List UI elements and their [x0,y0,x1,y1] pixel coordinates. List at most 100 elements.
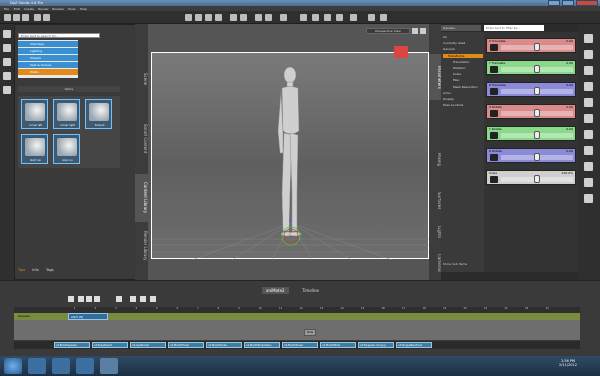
rotate-tool-icon[interactable] [195,14,202,21]
surface-select-icon[interactable] [240,14,247,21]
asset-thumb[interactable]: corner right [53,99,80,129]
slider-knob[interactable] [534,175,540,183]
undo-icon[interactable] [34,14,41,21]
screenshot-icon[interactable] [380,14,387,21]
tab-render-library[interactable]: Render Library [135,224,148,268]
content-search-input[interactable]: Enter text to search for... [18,33,100,38]
aniblock-item[interactable]: v4-LipsPucker [130,342,166,348]
viewport-options-icon[interactable] [412,28,418,34]
slider-value[interactable]: 0.00 [566,83,573,87]
param-tree-node[interactable]: General [443,47,455,51]
taskbar-app[interactable] [28,358,46,374]
content-icon[interactable] [3,44,11,52]
tool-icon[interactable] [584,82,593,91]
param-tree-node[interactable]: All [443,35,447,39]
folder-item[interactable]: Sitemaps [18,41,78,47]
joint-editor-icon[interactable] [255,14,262,21]
aniblock-item[interactable]: v4-TongueIn-mm.jpg [358,342,394,348]
settings-icon[interactable] [140,296,146,302]
universal-tool-icon[interactable] [185,14,192,21]
bake-icon[interactable] [116,296,122,302]
slider-value[interactable]: 0.00 [566,39,573,43]
3d-viewport[interactable] [151,52,430,260]
slider-value[interactable]: 0.00 [566,127,573,131]
taskbar-app[interactable] [52,358,70,374]
animation-lane[interactable]: Slide [14,320,580,340]
spot-render-icon[interactable] [280,14,287,21]
node-select-icon[interactable] [230,14,237,21]
slider-knob[interactable] [534,109,540,117]
param-tree-node[interactable]: Actor [443,91,451,95]
step-back-icon[interactable] [78,296,84,302]
aniblock-item[interactable]: v4-MouthSmile [206,342,242,348]
tool-icon[interactable] [584,146,593,155]
param-tree-node[interactable]: Currently Used [443,41,465,45]
asset-thumb[interactable]: stop run [53,134,80,164]
parameter-slider[interactable]: Y Translate 0.00 [486,60,576,75]
tool-icon[interactable] [584,162,593,171]
param-tree-node[interactable]: Scale [443,72,461,76]
slider-knob[interactable] [534,43,540,51]
taskbar-app[interactable] [76,358,94,374]
param-tree-node[interactable]: Misc [443,78,460,82]
tool-icon[interactable] [584,194,593,203]
view-cube[interactable] [394,46,408,58]
slider-value[interactable]: 100.0% [562,171,573,175]
parameter-slider[interactable]: X Rotate 0.00 [486,104,576,119]
aniblock-clip[interactable]: start (8) [68,313,108,320]
folder-item[interactable]: Presets [18,55,78,61]
genesis-figure[interactable] [262,63,320,253]
light-icon[interactable] [324,14,331,21]
aniblock-item[interactable]: v4-TongueBend/out [396,342,432,348]
save-block-icon[interactable] [130,296,136,302]
slider-knob[interactable] [534,131,540,139]
slider-knob[interactable] [534,65,540,73]
options-icon[interactable] [150,296,156,302]
tab-info[interactable]: Info [32,268,39,272]
parameter-slider[interactable]: X Translate 0.00 [486,38,576,53]
scale-tool-icon[interactable] [215,14,222,21]
slider-value[interactable]: 0.00 [566,105,573,109]
camera-icon[interactable] [336,14,343,21]
aniblock-item[interactable]: v4-MouthSmileOpen [244,342,280,348]
tab-scene[interactable]: Scene [135,64,148,94]
figure-icon[interactable] [300,14,307,21]
node-selector[interactable]: Genesis [441,25,481,31]
param-tree-node[interactable]: Transforms [443,53,483,58]
asset-thumb[interactable]: start run [21,134,48,164]
asset-thumb[interactable]: forward [85,99,112,129]
add-icon[interactable] [3,86,11,94]
slider-knob[interactable] [534,153,540,161]
geometry-editor-icon[interactable] [265,14,272,21]
render-icon[interactable] [350,14,357,21]
save-icon[interactable] [22,14,29,21]
folder-item[interactable]: Lighting [18,48,78,54]
param-tree-node[interactable]: Mesh Resolution [443,85,478,89]
param-tree-node[interactable]: Rotation [443,66,466,70]
tab-tips[interactable]: Tips [18,268,25,272]
tab-smart-content[interactable]: Smart Content [135,119,148,159]
show-subitems-checkbox[interactable]: Show Sub Items [443,262,483,268]
tool-icon[interactable] [584,114,593,123]
aniblock-item[interactable]: v4-EyesSquint [92,342,128,348]
library-icon[interactable] [3,72,11,80]
tool-icon[interactable] [584,130,593,139]
parameter-slider[interactable]: Z Translate 0.00 [486,82,576,97]
slider-value[interactable]: 0.00 [566,61,573,65]
play-icon[interactable] [86,296,92,302]
slide-handle[interactable]: Slide [304,329,316,336]
folder-item-selected[interactable]: Walks [18,69,78,75]
tab-content-library[interactable]: Content Library [135,174,148,222]
aniblock-item[interactable]: v4-MouthWide [320,342,356,348]
primitive-icon[interactable] [312,14,319,21]
asset-thumb[interactable]: corner left [21,99,48,129]
render-settings-icon[interactable] [368,14,375,21]
parameter-slider[interactable]: Scale 100.0% [486,170,576,185]
loop-icon[interactable] [68,296,74,302]
tab-timeline[interactable]: Timeline [298,287,323,294]
parameter-slider[interactable]: Z Rotate 0.00 [486,148,576,163]
tool-icon[interactable] [584,66,593,75]
slider-value[interactable]: 0.00 [566,149,573,153]
folder-icon[interactable] [3,58,11,66]
folder-item[interactable]: Sets & Scenes [18,62,78,68]
